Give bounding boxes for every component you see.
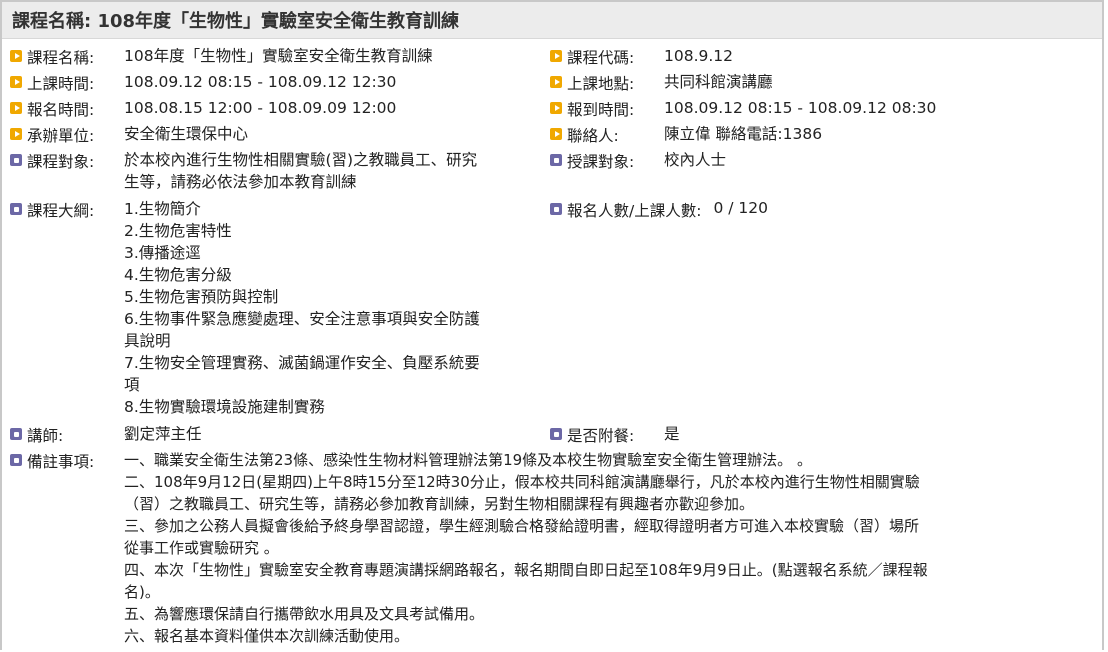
remark-line: 六、報名基本資料僅供本次訓練活動使用。: [124, 627, 410, 645]
outline-line: 6.生物事件緊急應變處理、安全注意事項與安全防護: [124, 310, 480, 328]
organizer-value: 安全衛生環保中心: [124, 125, 249, 143]
outline-line: 1.生物簡介: [124, 200, 201, 218]
field-contact: 聯絡人:: [550, 124, 619, 146]
field-meal: 是否附餐:: [550, 424, 634, 446]
remark-line: （習）之教職員工、研究生等，請務必參加教育訓練，另對生物相關課程有興趣者亦歡迎參…: [124, 495, 755, 513]
location-value: 共同科館演講廳: [664, 73, 773, 91]
field-location: 上課地點:: [550, 72, 634, 94]
bullet-icon: [10, 203, 22, 215]
page-title: 課程名稱: 108年度「生物性」實驗室安全衛生教育訓練: [2, 2, 1102, 39]
field-course-code: 課程代碼:: [550, 46, 634, 68]
audience-value: 校內人士: [664, 151, 727, 169]
bullet-icon: [550, 203, 562, 215]
signup-time-value: 108.08.15 12:00 - 108.09.09 12:00: [124, 99, 397, 117]
arrow-icon: [10, 128, 22, 140]
field-enrollment: 報名人數/上課人數: 0 / 120: [550, 199, 768, 221]
bullet-icon: [10, 154, 22, 166]
bullet-icon: [10, 454, 22, 466]
meal-value: 是: [664, 425, 680, 443]
field-label: 承辦單位:: [27, 127, 95, 145]
arrow-icon: [10, 102, 22, 114]
field-label: 是否附餐:: [567, 427, 635, 445]
field-label: 上課地點:: [567, 75, 635, 93]
field-label: 報名時間:: [27, 101, 95, 119]
outline-line: 項: [124, 376, 140, 394]
text-line: 於本校內進行生物性相關實驗(習)之教職員工、研究: [124, 151, 478, 169]
outline-line: 具說明: [124, 332, 171, 350]
outline-line: 5.生物危害預防與控制: [124, 288, 279, 306]
arrow-icon: [550, 128, 562, 140]
bullet-icon: [550, 428, 562, 440]
field-label: 報名人數/上課人數:: [567, 202, 702, 220]
field-outline: 課程大綱:: [10, 199, 94, 221]
arrow-icon: [550, 50, 562, 62]
outline-line: 8.生物實驗環境設施建制實務: [124, 398, 325, 416]
remarks-value: 一、職業安全衛生法第23條、感染性生物材料管理辦法第19條及本校生物實驗室安全衛…: [124, 449, 928, 647]
field-checkin-time: 報到時間:: [550, 98, 634, 120]
remark-line: 二、108年9月12日(星期四)上午8時15分至12時30分止，假本校共同科館演…: [124, 473, 920, 491]
outline-line: 3.傳播途逕: [124, 244, 201, 262]
course-name-value: 108年度「生物性」實驗室安全衛生教育訓練: [124, 47, 433, 65]
bullet-icon: [10, 428, 22, 440]
arrow-icon: [550, 76, 562, 88]
target-value: 於本校內進行生物性相關實驗(習)之教職員工、研究 生等，請務必依法參加本教育訓練: [124, 149, 477, 193]
field-label: 上課時間:: [27, 75, 95, 93]
field-label: 講師:: [27, 427, 64, 445]
remark-line: 從事工作或實驗研究 。: [124, 539, 279, 557]
field-label: 課程名稱:: [27, 49, 95, 67]
field-label: 授課對象:: [567, 153, 635, 171]
text-line: 生等，請務必依法參加本教育訓練: [124, 173, 357, 191]
field-label: 課程對象:: [27, 153, 95, 171]
field-remarks: 備註事項:: [10, 450, 94, 472]
field-target: 課程對象:: [10, 150, 94, 172]
field-instructor: 講師:: [10, 424, 63, 446]
remark-line: 三、參加之公務人員擬會後給予終身學習認證，學生經測驗合格發給證明書，經取得證明者…: [124, 517, 920, 535]
enrollment-value: 0 / 120: [713, 199, 768, 217]
field-audience: 授課對象:: [550, 150, 634, 172]
remark-line: 一、職業安全衛生法第23條、感染性生物材料管理辦法第19條及本校生物實驗室安全衛…: [124, 451, 812, 469]
field-organizer: 承辦單位:: [10, 124, 94, 146]
course-code-value: 108.9.12: [664, 47, 734, 65]
remark-line: 名)。: [124, 583, 160, 601]
field-label: 報到時間:: [567, 101, 635, 119]
class-time-value: 108.09.12 08:15 - 108.09.12 12:30: [124, 73, 397, 91]
instructor-value: 劉定萍主任: [124, 425, 202, 443]
field-signup-time: 報名時間:: [10, 98, 94, 120]
remark-line: 四、本次「生物性」實驗室安全教育專題演講採網路報名，報名期間自即日起至108年9…: [124, 561, 928, 579]
checkin-time-value: 108.09.12 08:15 - 108.09.12 08:30: [664, 99, 937, 117]
remark-line: 五、為響應環保請自行攜帶飲水用具及文具考試備用。: [124, 605, 485, 623]
outline-line: 7.生物安全管理實務、滅菌鍋運作安全、負壓系統要: [124, 354, 480, 372]
bullet-icon: [550, 154, 562, 166]
arrow-icon: [10, 76, 22, 88]
outline-line: 4.生物危害分級: [124, 266, 232, 284]
arrow-icon: [550, 102, 562, 114]
contact-value: 陳立偉 聯絡電話:1386: [664, 125, 823, 143]
field-class-time: 上課時間:: [10, 72, 94, 94]
field-label: 備註事項:: [27, 453, 95, 471]
field-label: 課程大綱:: [27, 202, 95, 220]
field-course-name: 課程名稱:: [10, 46, 94, 68]
arrow-icon: [10, 50, 22, 62]
outline-value: 1.生物簡介 2.生物危害特性 3.傳播途逕 4.生物危害分級 5.生物危害預防…: [124, 198, 480, 418]
outline-line: 2.生物危害特性: [124, 222, 232, 240]
field-label: 課程代碼:: [567, 49, 635, 67]
field-label: 聯絡人:: [567, 127, 619, 145]
